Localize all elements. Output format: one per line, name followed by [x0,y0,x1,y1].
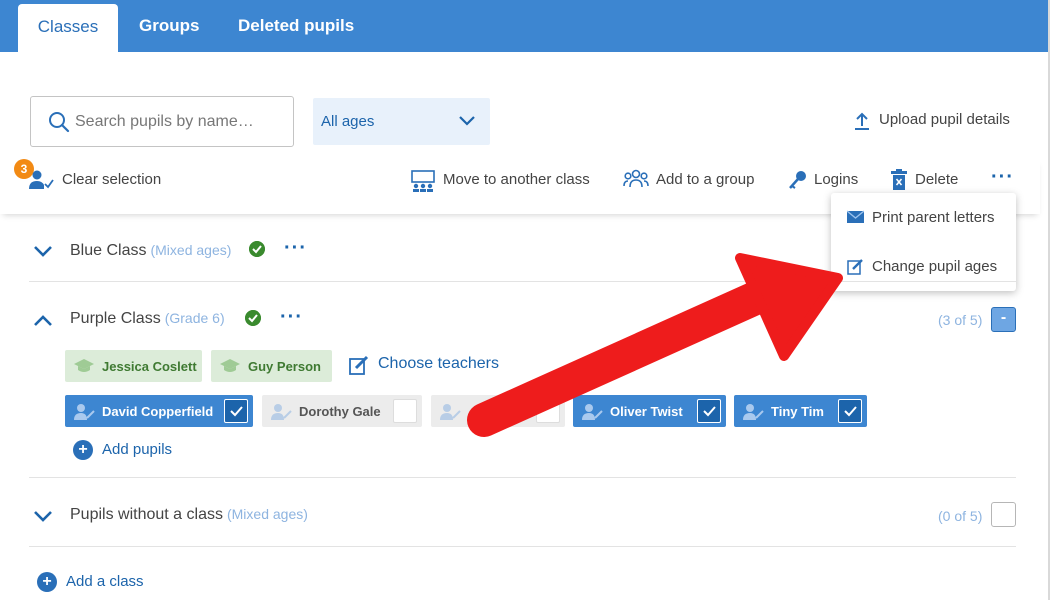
delete-label: Delete [915,171,959,188]
pupil-checkbox[interactable] [536,399,560,423]
blue-class-title[interactable]: Blue Class (Mixed ages) [70,242,231,260]
unassigned-pupils-title[interactable]: Pupils without a class (Mixed ages) [70,506,308,524]
add-pupils-plus-icon[interactable]: + [73,440,93,460]
purple-class-name: Purple Class [70,310,161,327]
print-parent-letters-item[interactable]: Print parent letters [847,209,995,226]
tab-deleted-pupils[interactable]: Deleted pupils [238,16,354,36]
more-actions-menu: Print parent letters Change pupil ages [831,193,1016,291]
checkmark-icon [230,406,243,417]
purple-class-age: (Grade 6) [164,310,225,326]
top-tab-bar: Classes Groups Deleted pupils [0,0,1048,52]
pupil-name: Dorothy Gale [299,404,381,419]
more-actions-button[interactable]: ··· [991,166,1014,189]
pupil-checkbox[interactable] [697,399,721,423]
blue-class-options-button[interactable]: ··· [284,237,307,260]
pupil-chip[interactable]: Oliver Twist [573,395,726,427]
checkmark-icon [703,406,716,417]
pupil-avatar-icon [743,404,764,420]
add-to-group-label: Add to a group [656,171,755,188]
clear-selection-label: Clear selection [62,171,162,188]
pupil-chip[interactable]: David Copperfield [65,395,253,427]
pupil-avatar-icon [271,404,292,420]
blue-class-age: (Mixed ages) [150,242,232,258]
upload-icon [855,112,869,130]
tab-classes[interactable]: Classes [18,4,118,52]
verified-check-icon [249,241,265,257]
unassigned-name: Pupils without a class [70,506,223,523]
checkmark-icon [844,406,857,417]
pupil-name: Tiny Tim [771,404,824,419]
expand-chevron-icon[interactable] [33,245,53,258]
pupil-name: David Copperfield [102,404,214,419]
collapse-chevron-icon[interactable] [33,314,53,327]
logins-button[interactable]: Logins [788,171,859,189]
search-icon [49,112,70,133]
age-filter-value: All ages [321,113,375,130]
pupil-chip[interactable]: Tiny Tim [734,395,867,427]
add-pupils-button[interactable]: Add pupils [102,441,172,458]
teacher-chip: Guy Person [211,350,332,382]
blue-class-name: Blue Class [70,242,147,259]
pupil-name: Oliver Twist [610,404,683,419]
unassigned-select-all-checkbox[interactable] [991,502,1016,527]
pupil-checkbox[interactable] [224,399,248,423]
user-check-icon [29,170,54,189]
clear-selection-button[interactable]: Clear selection [28,170,162,189]
tab-groups[interactable]: Groups [139,16,199,36]
choose-teachers-label: Choose teachers [378,355,499,372]
divider [29,281,1016,282]
search-input[interactable] [75,109,280,135]
divider [29,546,1016,547]
upload-label: Upload pupil details [879,111,1010,128]
graduation-cap-icon [74,359,94,372]
move-to-class-label: Move to another class [443,171,590,188]
key-icon [789,171,806,189]
upload-pupil-details-button[interactable]: Upload pupil details [853,111,1010,130]
teacher-name: Guy Person [248,359,321,374]
pupil-avatar-icon [74,404,95,420]
pupil-checkbox[interactable] [838,399,862,423]
purple-class-title[interactable]: Purple Class (Grade 6) [70,310,225,328]
purple-class-options-button[interactable]: ··· [280,306,303,329]
delete-button[interactable]: Delete [890,169,959,190]
graduation-cap-icon [220,359,240,372]
chevron-down-icon [459,116,475,126]
change-pupil-ages-label: Change pupil ages [872,258,998,275]
print-parent-letters-label: Print parent letters [872,209,995,226]
envelope-icon [847,210,864,223]
teacher-chip: Jessica Coslett [65,350,202,382]
change-pupil-ages-item[interactable]: Change pupil ages [847,258,997,275]
add-class-plus-icon[interactable]: + [37,572,57,592]
search-box[interactable] [30,96,294,147]
logins-label: Logins [814,171,859,188]
purple-class-selected-count: (3 of 5) [938,312,983,328]
move-to-class-button[interactable]: Move to another class [410,170,590,192]
classroom-icon [411,170,435,192]
add-class-button[interactable]: Add a class [66,573,144,590]
add-to-group-button[interactable]: Add to a group [623,169,755,188]
teacher-name: Jessica Coslett [102,359,197,374]
verified-check-icon [245,310,261,326]
choose-teachers-button[interactable]: Choose teachers [349,355,499,375]
divider [29,477,1016,478]
pupil-checkbox[interactable] [393,399,417,423]
group-icon [623,169,649,188]
trash-icon [891,169,907,190]
edit-icon [847,259,863,275]
purple-class-select-all-checkbox[interactable]: - [991,307,1016,332]
unassigned-selected-count: (0 of 5) [938,508,983,524]
pupil-chip[interactable] [431,395,565,427]
pupil-chip[interactable]: Dorothy Gale [262,395,422,427]
pupil-avatar-icon [440,404,461,420]
age-filter-select[interactable]: All ages [313,98,490,145]
pupil-avatar-icon [582,404,603,420]
unassigned-age: (Mixed ages) [226,506,308,522]
edit-icon [349,355,369,375]
expand-chevron-icon[interactable] [33,510,53,523]
